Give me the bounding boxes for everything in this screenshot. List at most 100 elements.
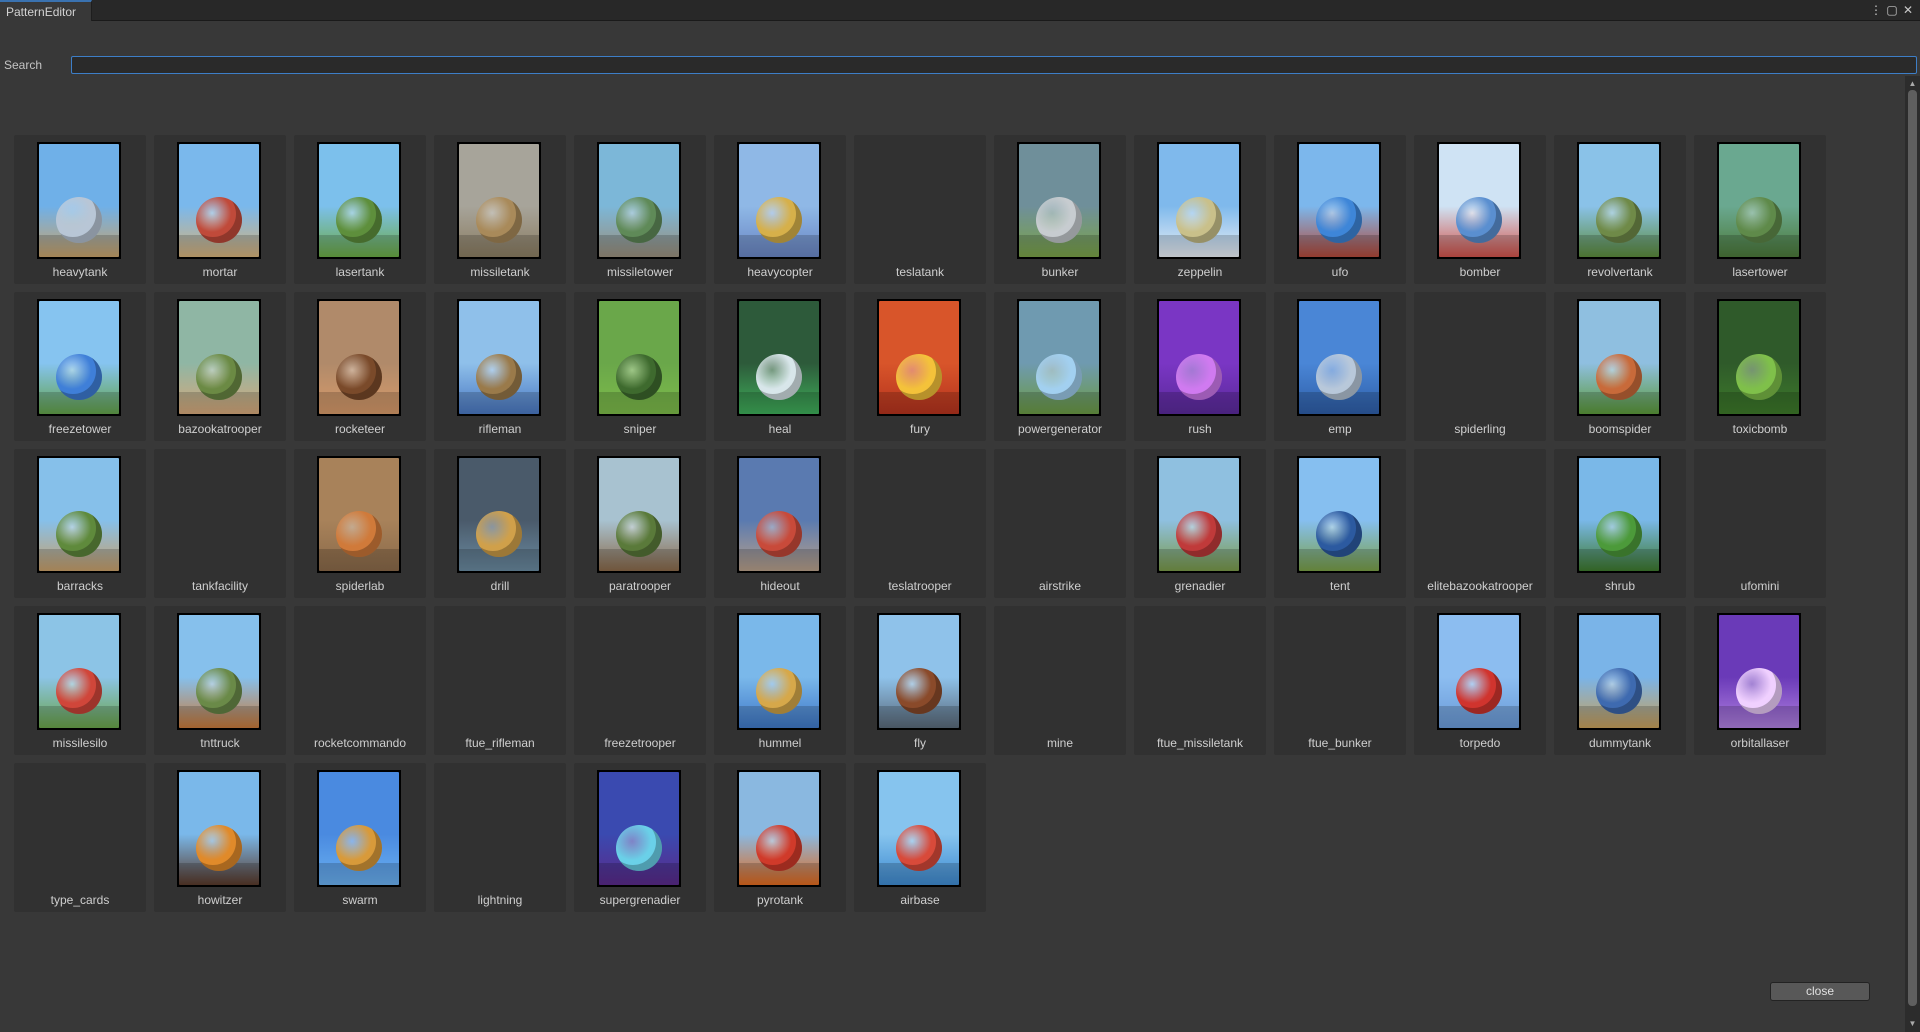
card-label: supergrenadier	[599, 893, 681, 907]
pattern-card-boomspider[interactable]: boomspider	[1554, 292, 1686, 441]
card-label: lasertower	[1732, 265, 1788, 279]
pattern-card-teslatank[interactable]: teslatank	[854, 135, 986, 284]
card-label: lasertank	[335, 265, 385, 279]
pattern-card-teslatrooper[interactable]: teslatrooper	[854, 449, 986, 598]
search-input[interactable]	[71, 56, 1917, 74]
pattern-card-missiletower[interactable]: missiletower	[574, 135, 706, 284]
pattern-card-rocketcommando[interactable]: rocketcommando	[294, 606, 426, 755]
pattern-card-pyrotank[interactable]: pyrotank	[714, 763, 846, 912]
card-label: hideout	[760, 579, 800, 593]
pattern-card-ftue-rifleman[interactable]: ftue_rifleman	[434, 606, 566, 755]
pattern-card-fury[interactable]: fury	[854, 292, 986, 441]
pattern-card-freezetrooper[interactable]: freezetrooper	[574, 606, 706, 755]
pattern-card-sniper[interactable]: sniper	[574, 292, 706, 441]
pattern-card-ufomini[interactable]: ufomini	[1694, 449, 1826, 598]
more-options-icon[interactable]: ⋮	[1869, 2, 1883, 18]
card-thumbnail	[1577, 299, 1661, 416]
card-thumbnail	[317, 299, 401, 416]
pattern-card-heavytank[interactable]: heavytank	[14, 135, 146, 284]
card-thumbnail	[457, 142, 541, 259]
pattern-card-ufo[interactable]: ufo	[1274, 135, 1406, 284]
pattern-card-hideout[interactable]: hideout	[714, 449, 846, 598]
scroll-thumb[interactable]	[1908, 90, 1917, 1006]
card-label: fury	[909, 422, 930, 436]
card-label: powergenerator	[1017, 422, 1103, 436]
card-label: mine	[1046, 736, 1073, 750]
card-label: howitzer	[197, 893, 243, 907]
pattern-card-bomber[interactable]: bomber	[1414, 135, 1546, 284]
close-window-icon[interactable]: ✕	[1901, 2, 1915, 18]
pattern-card-tnttruck[interactable]: tnttruck	[154, 606, 286, 755]
pattern-card-swarm[interactable]: swarm	[294, 763, 426, 912]
pattern-card-ftue-missiletank[interactable]: ftue_missiletank	[1134, 606, 1266, 755]
card-thumbnail	[37, 456, 121, 573]
pattern-card-rush[interactable]: rush	[1134, 292, 1266, 441]
pattern-card-missilesilo[interactable]: missilesilo	[14, 606, 146, 755]
card-label: toxicbomb	[1732, 422, 1788, 436]
pattern-card-elitebazookatrooper[interactable]: elitebazookatrooper	[1414, 449, 1546, 598]
card-label: shrub	[1604, 579, 1636, 593]
card-label: missiletank	[470, 265, 530, 279]
card-label: ufomini	[1740, 579, 1780, 593]
pattern-card-drill[interactable]: drill	[434, 449, 566, 598]
pattern-card-tent[interactable]: tent	[1274, 449, 1406, 598]
pattern-card-lasertank[interactable]: lasertank	[294, 135, 426, 284]
vertical-scrollbar[interactable]: ▲ ▼	[1905, 76, 1920, 1032]
pattern-card-hummel[interactable]: hummel	[714, 606, 846, 755]
scroll-down-icon[interactable]: ▼	[1905, 1018, 1920, 1030]
card-label: ftue_bunker	[1308, 736, 1372, 750]
card-label: ufo	[1331, 265, 1349, 279]
pattern-card-torpedo[interactable]: torpedo	[1414, 606, 1546, 755]
pattern-card-bazookatrooper[interactable]: bazookatrooper	[154, 292, 286, 441]
tab-pattern-editor[interactable]: PatternEditor	[0, 0, 92, 21]
pattern-card-lasertower[interactable]: lasertower	[1694, 135, 1826, 284]
pattern-card-zeppelin[interactable]: zeppelin	[1134, 135, 1266, 284]
pattern-card-type-cards[interactable]: type_cards	[14, 763, 146, 912]
pattern-card-powergenerator[interactable]: powergenerator	[994, 292, 1126, 441]
card-label: rocketcommando	[313, 736, 407, 750]
pattern-card-dummytank[interactable]: dummytank	[1554, 606, 1686, 755]
card-label: pyrotank	[756, 893, 804, 907]
pattern-card-tankfacility[interactable]: tankfacility	[154, 449, 286, 598]
pattern-card-supergrenadier[interactable]: supergrenadier	[574, 763, 706, 912]
pattern-card-spiderlab[interactable]: spiderlab	[294, 449, 426, 598]
pattern-card-paratrooper[interactable]: paratrooper	[574, 449, 706, 598]
pattern-card-bunker[interactable]: bunker	[994, 135, 1126, 284]
pattern-card-barracks[interactable]: barracks	[14, 449, 146, 598]
pattern-card-lightning[interactable]: lightning	[434, 763, 566, 912]
pattern-card-heal[interactable]: heal	[714, 292, 846, 441]
pattern-card-shrub[interactable]: shrub	[1554, 449, 1686, 598]
card-thumbnail	[317, 456, 401, 573]
card-label: freezetrooper	[604, 736, 676, 750]
pattern-card-rifleman[interactable]: rifleman	[434, 292, 566, 441]
pattern-card-missiletank[interactable]: missiletank	[434, 135, 566, 284]
pattern-card-grenadier[interactable]: grenadier	[1134, 449, 1266, 598]
card-label: heal	[768, 422, 792, 436]
pattern-card-mortar[interactable]: mortar	[154, 135, 286, 284]
pattern-card-rocketeer[interactable]: rocketeer	[294, 292, 426, 441]
pattern-card-toxicbomb[interactable]: toxicbomb	[1694, 292, 1826, 441]
card-thumbnail	[1297, 299, 1381, 416]
maximize-icon[interactable]: ▢	[1885, 2, 1899, 18]
card-label: tent	[1329, 579, 1350, 593]
card-thumbnail	[737, 142, 821, 259]
pattern-card-orbitallaser[interactable]: orbitallaser	[1694, 606, 1826, 755]
pattern-card-revolvertank[interactable]: revolvertank	[1554, 135, 1686, 284]
card-label: spiderlab	[335, 579, 385, 593]
pattern-card-spiderling[interactable]: spiderling	[1414, 292, 1546, 441]
pattern-card-mine[interactable]: mine	[994, 606, 1126, 755]
card-label: heavycopter	[747, 265, 813, 279]
scroll-up-icon[interactable]: ▲	[1905, 78, 1920, 90]
card-label: grenadier	[1174, 579, 1226, 593]
pattern-card-airstrike[interactable]: airstrike	[994, 449, 1126, 598]
close-button[interactable]: close	[1770, 982, 1870, 1001]
card-thumbnail	[1297, 456, 1381, 573]
pattern-card-airbase[interactable]: airbase	[854, 763, 986, 912]
pattern-card-heavycopter[interactable]: heavycopter	[714, 135, 846, 284]
pattern-card-howitzer[interactable]: howitzer	[154, 763, 286, 912]
pattern-card-ftue-bunker[interactable]: ftue_bunker	[1274, 606, 1406, 755]
pattern-card-emp[interactable]: emp	[1274, 292, 1406, 441]
pattern-card-freezetower[interactable]: freezetower	[14, 292, 146, 441]
card-thumbnail	[317, 770, 401, 887]
pattern-card-fly[interactable]: fly	[854, 606, 986, 755]
